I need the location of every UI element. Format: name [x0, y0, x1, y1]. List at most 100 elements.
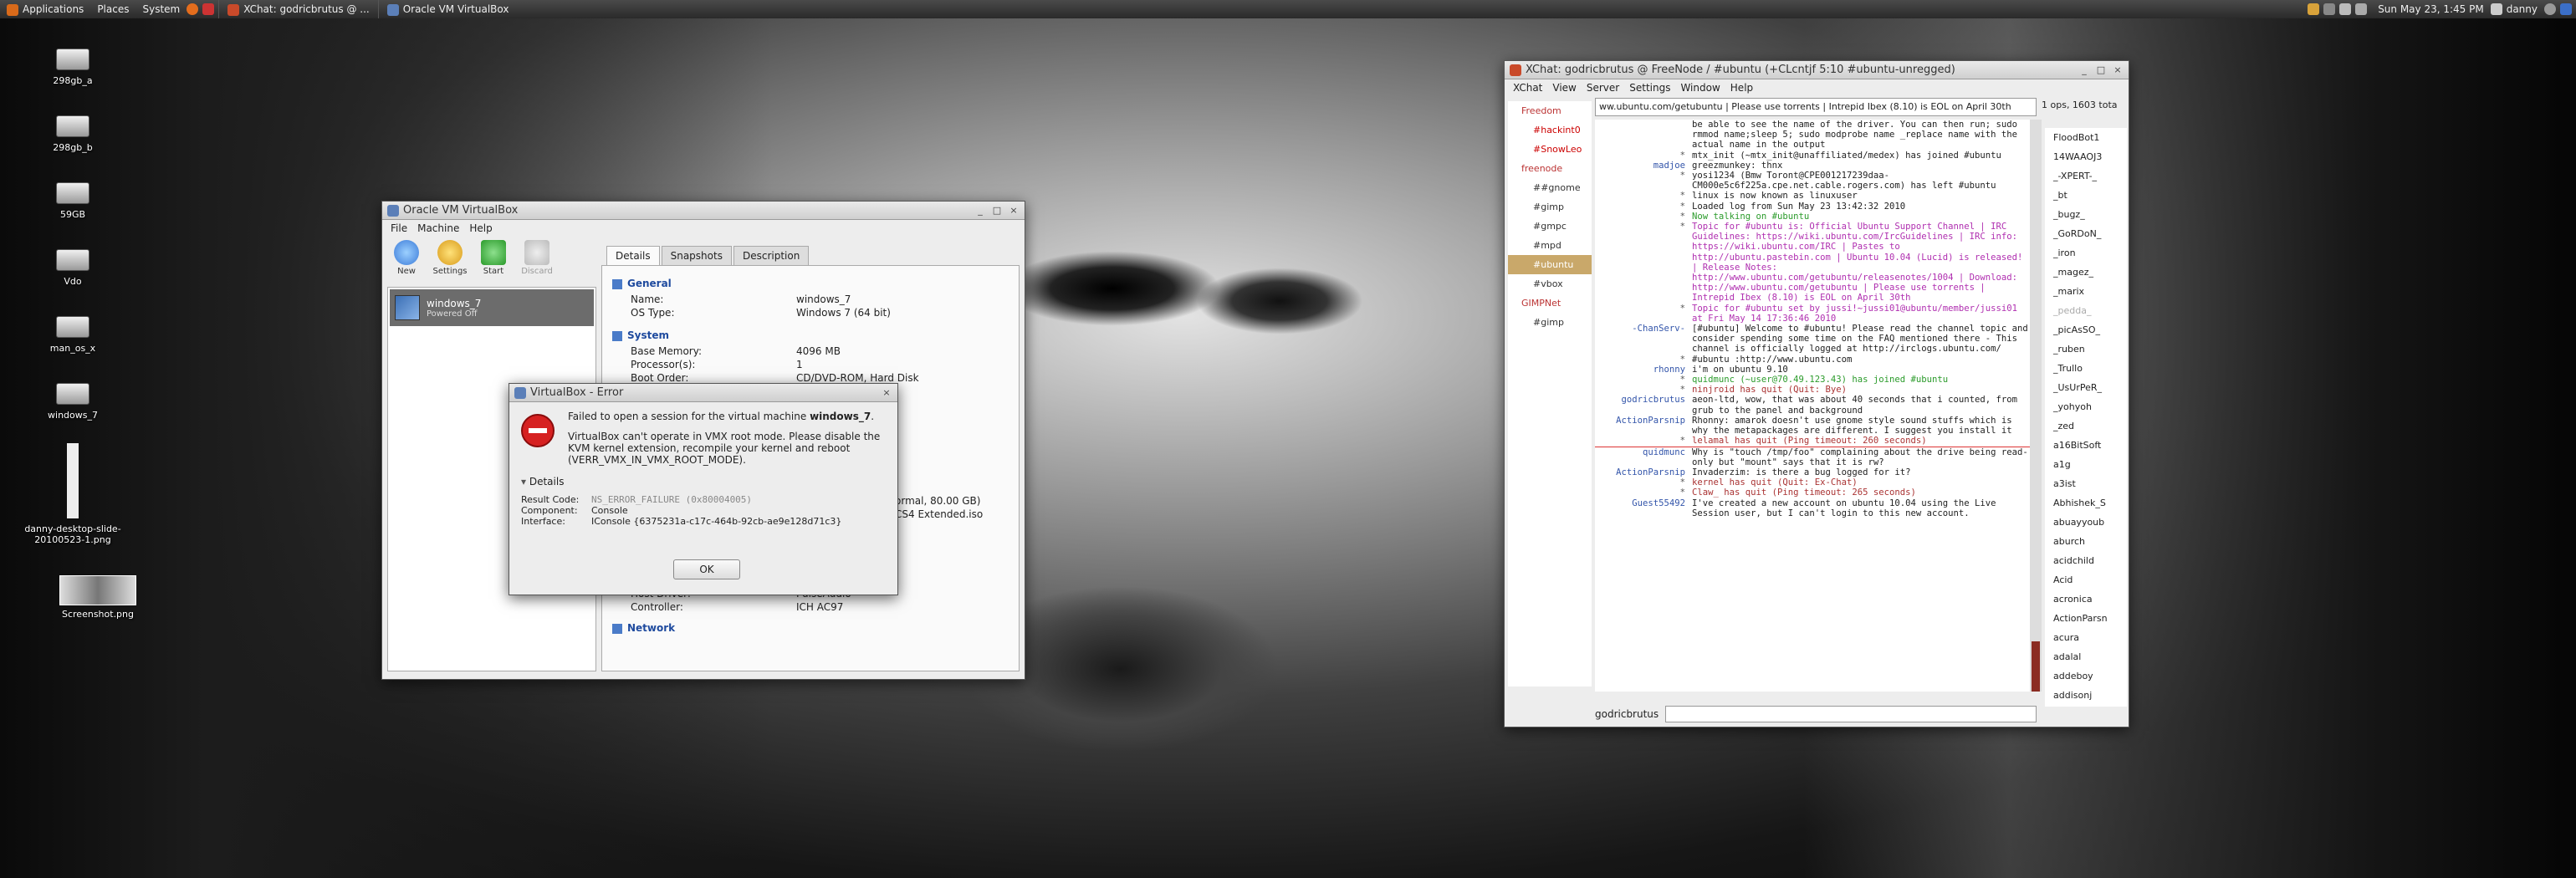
chat-nick[interactable]: *: [1595, 151, 1692, 161]
user-list-item[interactable]: adalal: [2045, 647, 2127, 666]
user-list-item[interactable]: _bugz_: [2045, 205, 2127, 224]
user-list-item[interactable]: _ruben: [2045, 339, 2127, 359]
user-list-item[interactable]: _UsUrPeR_: [2045, 378, 2127, 397]
user-list-item[interactable]: acidchild: [2045, 551, 2127, 570]
settings-button[interactable]: Settings: [432, 240, 468, 276]
channel-item[interactable]: #ubuntu: [1508, 255, 1592, 274]
chat-nick[interactable]: Guest55492: [1595, 498, 1692, 518]
user-list-item[interactable]: addisonj: [2045, 686, 2127, 705]
volume-icon[interactable]: [2355, 3, 2368, 15]
topic-field[interactable]: ww.ubuntu.com/getubuntu | Please use tor…: [1595, 98, 2037, 116]
user-list-item[interactable]: _-XPERT-_: [2045, 166, 2127, 186]
xchat-titlebar[interactable]: XChat: godricbrutus @ FreeNode / #ubuntu…: [1505, 61, 2129, 79]
channel-item[interactable]: #mpd: [1508, 236, 1592, 255]
chat-nick[interactable]: quidmunc: [1595, 447, 1692, 467]
task-xchat[interactable]: XChat: godricbrutus @ ...: [218, 0, 377, 18]
desktop-icon-59gb[interactable]: 59GB: [27, 182, 119, 220]
user-list-item[interactable]: _picAsSO_: [2045, 320, 2127, 339]
chat-nick[interactable]: *: [1595, 436, 1692, 446]
input-nick[interactable]: godricbrutus: [1595, 708, 1659, 720]
desktop-icon-screenshot[interactable]: Screenshot.png: [52, 575, 144, 620]
close-icon[interactable]: ×: [2112, 64, 2124, 76]
user-list-item[interactable]: _bt: [2045, 186, 2127, 205]
user-list-item[interactable]: _pedda_: [2045, 301, 2127, 320]
applications-menu[interactable]: Applications: [0, 0, 90, 18]
maximize-icon[interactable]: □: [991, 205, 1003, 217]
workspace-icon[interactable]: [2560, 3, 2572, 15]
user-name[interactable]: danny: [2507, 0, 2544, 18]
channel-item[interactable]: freenode: [1508, 159, 1592, 178]
ok-button[interactable]: OK: [673, 559, 740, 579]
user-list-item[interactable]: 14WAAOJ3: [2045, 147, 2127, 166]
desktop-icon-298gb-a[interactable]: 298gb_a: [27, 48, 119, 86]
user-list-item[interactable]: _iron: [2045, 243, 2127, 263]
maximize-icon[interactable]: □: [2095, 64, 2107, 76]
user-list-item[interactable]: _GoRDoN_: [2045, 224, 2127, 243]
chat-nick[interactable]: -ChanServ-: [1595, 324, 1692, 355]
user-list-item[interactable]: a16BitSoft: [2045, 436, 2127, 455]
chat-nick[interactable]: *: [1595, 191, 1692, 201]
menu-window[interactable]: Window: [1675, 82, 1725, 94]
menu-file[interactable]: File: [386, 222, 412, 234]
minimize-icon[interactable]: _: [974, 205, 986, 217]
vm-list-item[interactable]: windows_7 Powered Off: [390, 289, 594, 326]
menu-help[interactable]: Help: [1725, 82, 1758, 94]
desktop-icon-vdo[interactable]: Vdo: [27, 249, 119, 287]
user-list-item[interactable]: abuayyoub: [2045, 513, 2127, 532]
chat-nick[interactable]: madjoe: [1595, 161, 1692, 171]
menu-machine[interactable]: Machine: [412, 222, 464, 234]
chat-nick[interactable]: *: [1595, 222, 1692, 304]
channel-item[interactable]: #vbox: [1508, 274, 1592, 294]
tab-description[interactable]: Description: [733, 246, 810, 265]
firefox-icon[interactable]: [187, 3, 199, 15]
launcher-icon[interactable]: [202, 3, 215, 15]
user-list-item[interactable]: aburch: [2045, 532, 2127, 551]
chat-nick[interactable]: *: [1595, 171, 1692, 191]
chat-nick[interactable]: *: [1595, 202, 1692, 212]
task-virtualbox[interactable]: Oracle VM VirtualBox: [377, 0, 518, 18]
channel-item[interactable]: #hackint0: [1508, 120, 1592, 140]
chat-nick[interactable]: *: [1595, 385, 1692, 395]
network-section[interactable]: Network: [612, 622, 675, 634]
user-list-item[interactable]: a3ist: [2045, 474, 2127, 493]
error-titlebar[interactable]: VirtualBox - Error ×: [509, 384, 897, 402]
tab-details[interactable]: Details: [606, 246, 660, 265]
user-list-item[interactable]: Acid: [2045, 570, 2127, 590]
discard-button[interactable]: Discard: [519, 240, 555, 276]
chat-nick[interactable]: *: [1595, 375, 1692, 385]
user-list-item[interactable]: addeboy: [2045, 666, 2127, 686]
power-icon[interactable]: [2544, 3, 2556, 15]
user-list-item[interactable]: _marix: [2045, 282, 2127, 301]
channel-item[interactable]: #gimp: [1508, 313, 1592, 332]
channel-item[interactable]: Freedom: [1508, 101, 1592, 120]
chat-nick[interactable]: *: [1595, 487, 1692, 498]
menu-view[interactable]: View: [1547, 82, 1581, 94]
chat-nick[interactable]: [1595, 120, 1692, 151]
channel-item[interactable]: #gimp: [1508, 197, 1592, 217]
menu-server[interactable]: Server: [1582, 82, 1624, 94]
tab-snapshots[interactable]: Snapshots: [661, 246, 732, 265]
chat-nick[interactable]: *: [1595, 355, 1692, 365]
clock[interactable]: Sun May 23, 1:45 PM: [2371, 0, 2491, 18]
user-list-item[interactable]: acura: [2045, 628, 2127, 647]
start-button[interactable]: Start: [476, 240, 511, 276]
user-list-item[interactable]: _magez_: [2045, 263, 2127, 282]
chat-nick[interactable]: godricbrutus: [1595, 395, 1692, 415]
chat-scrollbar[interactable]: [2030, 120, 2042, 692]
desktop-icon-298gb-b[interactable]: 298gb_b: [27, 115, 119, 153]
chat-nick[interactable]: *: [1595, 212, 1692, 222]
chat-nick[interactable]: *: [1595, 477, 1692, 487]
scrollbar-thumb[interactable]: [2032, 641, 2040, 692]
details-toggle[interactable]: ▾ Details: [521, 476, 886, 487]
channel-item[interactable]: #SnowLeo: [1508, 140, 1592, 159]
chat-log[interactable]: be able to see the name of the driver. Y…: [1595, 120, 2030, 692]
desktop-icon-slide-png[interactable]: danny-desktop-slide-20100523-1.png: [18, 443, 127, 545]
tray-icon[interactable]: [2308, 3, 2320, 15]
minimize-icon[interactable]: _: [2078, 64, 2090, 76]
network-icon[interactable]: [2323, 3, 2336, 15]
virtualbox-titlebar[interactable]: Oracle VM VirtualBox _ □ ×: [382, 202, 1025, 220]
places-menu[interactable]: Places: [90, 0, 135, 18]
general-section[interactable]: General: [612, 278, 1009, 289]
chat-nick[interactable]: rhonny: [1595, 365, 1692, 375]
channel-item[interactable]: #gmpc: [1508, 217, 1592, 236]
